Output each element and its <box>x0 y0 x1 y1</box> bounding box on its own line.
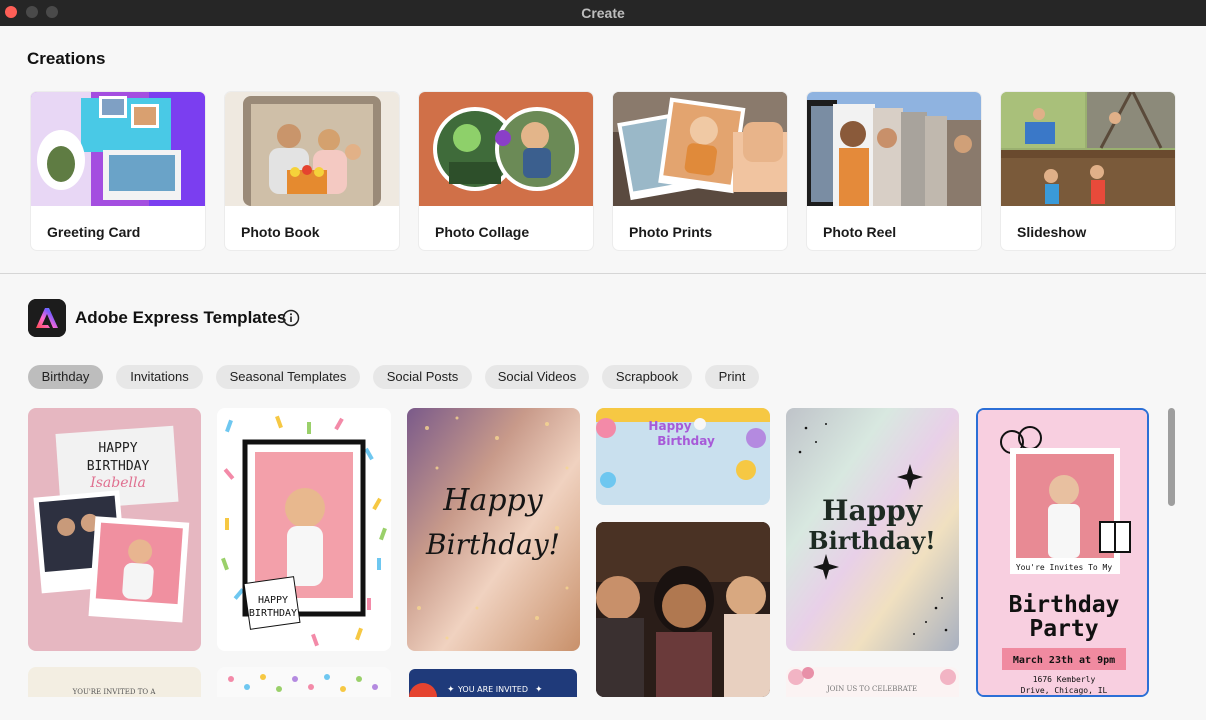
photo-reel-thumbnail <box>807 92 981 206</box>
creation-card-greeting-card[interactable]: Greeting Card <box>31 92 205 250</box>
template-card-join-us-floral[interactable]: JOIN US TO CELEBRATE <box>786 667 959 697</box>
template-artwork: YOU ARE INVITED ✦ ✦ <box>409 669 577 697</box>
template-text: March 23th at 9pm <box>1013 655 1115 666</box>
chip-social-posts[interactable]: Social Posts <box>373 365 472 389</box>
template-card-happy-birthday-balloons[interactable]: Happy Birthday <box>596 408 770 505</box>
template-artwork <box>596 522 770 697</box>
template-text: Happy <box>822 494 923 527</box>
chip-social-videos[interactable]: Social Videos <box>485 365 589 389</box>
title-bar: Create <box>0 0 1206 26</box>
creation-card-photo-book[interactable]: Photo Book <box>225 92 399 250</box>
template-card-dots[interactable] <box>217 667 391 697</box>
template-text: Birthday! <box>425 528 560 561</box>
svg-text:✦: ✦ <box>535 685 543 695</box>
creation-label: Photo Collage <box>435 224 530 240</box>
chip-seasonal-templates[interactable]: Seasonal Templates <box>216 365 360 389</box>
photo-book-thumbnail <box>225 92 399 206</box>
template-text: YOU ARE INVITED <box>457 685 528 694</box>
template-text: Isabella <box>89 475 146 491</box>
creation-card-photo-reel[interactable]: Photo Reel <box>807 92 981 250</box>
template-text: Drive, Chicago, IL <box>1021 686 1108 695</box>
template-artwork: HAPPY BIRTHDAY <box>217 408 391 651</box>
adobe-express-logo-icon <box>28 299 66 337</box>
template-artwork <box>217 667 391 697</box>
template-artwork: Happy Birthday! <box>786 408 959 651</box>
chip-print[interactable]: Print <box>705 365 759 389</box>
creation-label: Slideshow <box>1017 224 1087 240</box>
photo-collage-thumbnail <box>419 92 593 206</box>
template-artwork: HAPPY BIRTHDAY Isabella <box>28 408 201 651</box>
template-artwork: YOU'RE INVITED TO A <box>28 667 201 697</box>
template-text: You're Invites To My <box>1016 563 1113 572</box>
creation-label: Photo Prints <box>629 224 713 240</box>
template-text: Birthday <box>657 434 715 448</box>
template-text: HAPPY <box>98 441 137 456</box>
creation-card-slideshow[interactable]: Slideshow <box>1001 92 1175 250</box>
template-artwork: Happy Birthday! <box>407 408 580 651</box>
template-text: Party <box>1029 616 1098 642</box>
template-card-happy-birthday-glitter[interactable]: Happy Birthday! <box>407 408 580 651</box>
adobe-express-templates-heading: Adobe Express Templates <box>75 308 287 327</box>
template-text: BIRTHDAY <box>87 459 150 474</box>
slideshow-thumbnail <box>1001 92 1175 206</box>
template-artwork: JOIN US TO CELEBRATE <box>786 667 959 697</box>
chip-birthday[interactable]: Birthday <box>28 365 103 389</box>
template-text: Happy <box>442 483 543 518</box>
template-card-invite-cream[interactable]: YOU'RE INVITED TO A <box>28 667 201 697</box>
template-artwork: Happy Birthday <box>596 408 770 505</box>
chip-scrapbook[interactable]: Scrapbook <box>602 365 692 389</box>
greeting-card-thumbnail <box>31 92 205 206</box>
creation-label: Greeting Card <box>47 224 141 240</box>
template-artwork: You're Invites To My Birthday Party Marc… <box>978 410 1147 695</box>
creation-label: Photo Reel <box>823 224 897 240</box>
creation-card-photo-prints[interactable]: Photo Prints <box>613 92 787 250</box>
template-card-you-are-invited[interactable]: YOU ARE INVITED ✦ ✦ <box>409 669 577 697</box>
svg-text:✦: ✦ <box>447 685 455 695</box>
creation-label: Photo Book <box>241 224 320 240</box>
template-text: JOIN US TO CELEBRATE <box>826 685 917 693</box>
template-text: Birthday! <box>808 526 935 555</box>
section-divider <box>0 273 1206 274</box>
template-text: 1676 Kemberly <box>1033 675 1096 684</box>
photo-prints-thumbnail <box>613 92 787 206</box>
template-card-happy-birthday-holographic[interactable]: Happy Birthday! <box>786 408 959 651</box>
template-text: YOU'RE INVITED TO A <box>72 688 157 696</box>
creations-heading: Creations <box>27 49 106 68</box>
chip-invitations[interactable]: Invitations <box>116 365 203 389</box>
template-text: HAPPY <box>258 595 288 606</box>
template-text: Happy <box>648 419 691 433</box>
template-card-happy-birthday-isabella[interactable]: HAPPY BIRTHDAY Isabella <box>28 408 201 651</box>
template-card-birthday-party-invite[interactable]: You're Invites To My Birthday Party Marc… <box>976 408 1149 697</box>
template-text: BIRTHDAY <box>249 608 297 619</box>
template-card-friends-photo[interactable] <box>596 522 770 697</box>
window-title: Create <box>581 5 625 21</box>
info-icon[interactable] <box>282 309 300 327</box>
creation-card-photo-collage[interactable]: Photo Collage <box>419 92 593 250</box>
templates-scrollbar-thumb[interactable] <box>1168 408 1175 506</box>
template-card-happy-birthday-confetti[interactable]: HAPPY BIRTHDAY <box>217 408 391 651</box>
template-text: Birthday <box>1009 592 1120 618</box>
